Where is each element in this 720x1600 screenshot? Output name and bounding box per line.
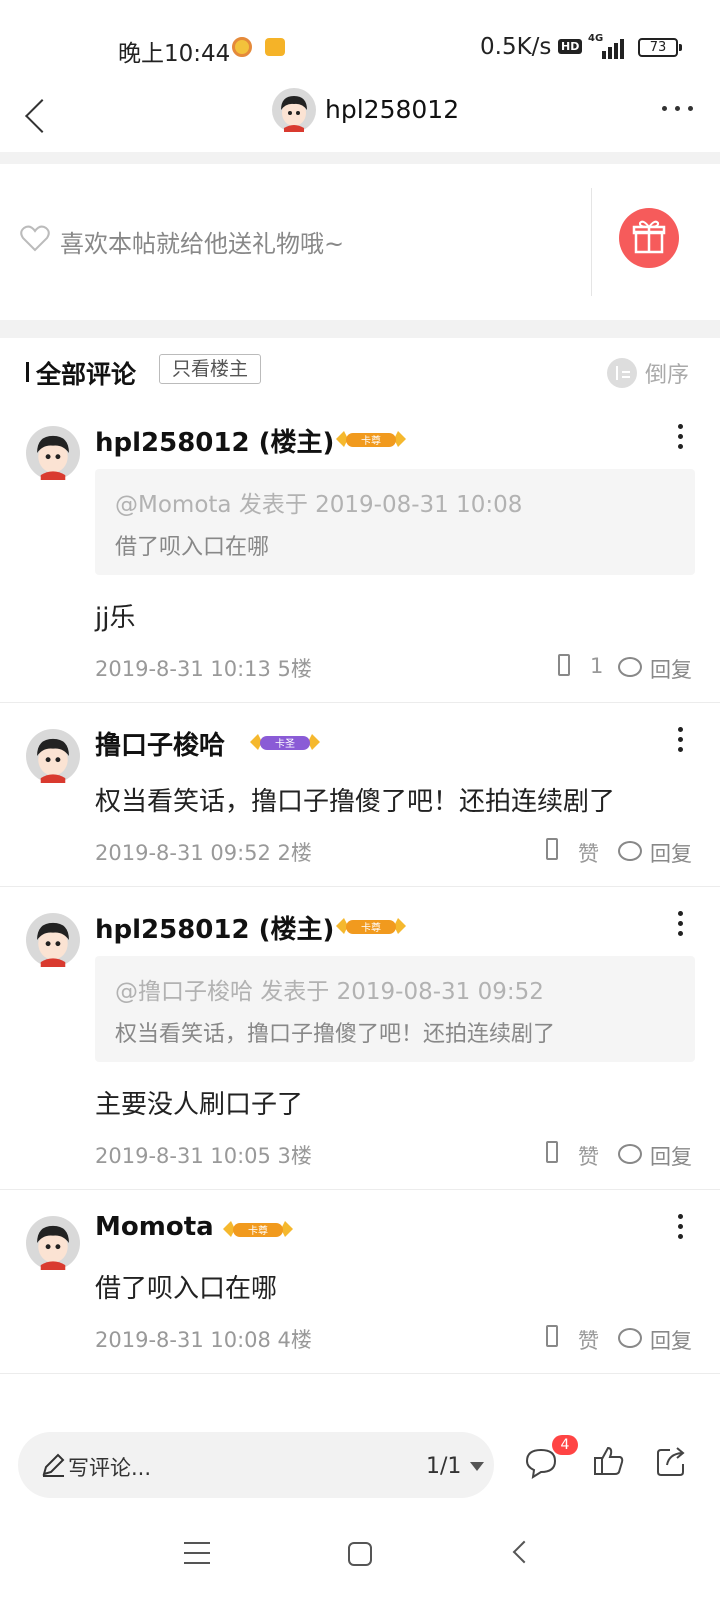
- signal-icon: 4G: [588, 33, 628, 59]
- level-badge: 卡尊: [223, 1221, 293, 1237]
- page-indicator[interactable]: 1/1: [426, 1454, 461, 1479]
- avatar[interactable]: [26, 913, 80, 967]
- network-speed: 0.5K/s: [480, 34, 552, 60]
- comment-body: 权当看笑话，撸口子撸傻了吧！还拍连续剧了: [95, 787, 616, 817]
- kebab-menu-icon[interactable]: [672, 422, 688, 452]
- avatar[interactable]: [26, 426, 80, 480]
- comment-meta: 2019-8-31 09:52 2楼: [95, 841, 312, 865]
- message-notification-icon: [265, 38, 285, 56]
- kebab-menu-icon[interactable]: [672, 725, 688, 755]
- reply-button[interactable]: 回复: [650, 654, 692, 684]
- more-icon[interactable]: [656, 98, 700, 118]
- gift-divider: [591, 188, 592, 296]
- sort-order-button[interactable]: 倒序: [645, 357, 689, 389]
- comment-author[interactable]: 撸口子梭哈: [95, 725, 225, 762]
- caret-down-icon[interactable]: [470, 1462, 484, 1471]
- comment-item: hpl258012 (楼主) 卡尊 @撸口子梭哈 发表于 2019-08-31 …: [0, 887, 720, 1190]
- comment-body: jj乐: [95, 603, 136, 633]
- avatar[interactable]: [26, 729, 80, 783]
- badge-label: 卡圣: [275, 737, 295, 750]
- hd-icon: HD: [558, 39, 583, 54]
- comment-icon[interactable]: [524, 1446, 558, 1480]
- system-nav-bar: [0, 1500, 720, 1600]
- badge-label: 卡尊: [361, 921, 381, 934]
- like-button[interactable]: 赞: [578, 1141, 599, 1171]
- level-badge: 卡圣: [250, 734, 320, 750]
- thumb-up-icon[interactable]: [592, 1444, 626, 1478]
- like-count[interactable]: 1: [590, 654, 603, 678]
- comment-meta: 2019-8-31 10:05 3楼: [95, 1144, 312, 1168]
- like-icon[interactable]: [546, 1325, 558, 1347]
- comment-item: Momota 卡尊 借了呗入口在哪 2019-8-31 10:08 4楼 赞 回…: [0, 1190, 720, 1374]
- signal-label: 4G: [588, 33, 604, 44]
- like-icon[interactable]: [546, 838, 558, 860]
- comment-item: hpl258012 (楼主) 卡尊 @Momota 发表于 2019-08-31…: [0, 400, 720, 703]
- quoted-comment[interactable]: @撸口子梭哈 发表于 2019-08-31 09:52 权当看笑话，撸口子撸傻了…: [95, 956, 695, 1062]
- header-title: hpl258012: [325, 95, 460, 124]
- like-icon[interactable]: [558, 654, 570, 676]
- quoted-comment[interactable]: @Momota 发表于 2019-08-31 10:08 借了呗入口在哪: [95, 469, 695, 575]
- section-divider: [0, 320, 720, 338]
- comment-input-pill[interactable]: 写评论... 1/1: [18, 1432, 494, 1498]
- title-marker: [26, 362, 29, 382]
- reply-button[interactable]: 回复: [650, 1141, 692, 1171]
- quote-text: 权当看笑话，撸口子撸傻了吧！还拍连续剧了: [115, 1022, 556, 1047]
- gift-icon: [632, 220, 666, 254]
- comment-item: 撸口子梭哈 卡圣 权当看笑话，撸口子撸傻了吧！还拍连续剧了 2019-8-31 …: [0, 703, 720, 887]
- quote-text: 借了呗入口在哪: [115, 535, 270, 560]
- level-badge: 卡尊: [336, 431, 406, 447]
- pencil-icon: [42, 1453, 65, 1477]
- back-icon[interactable]: [18, 92, 58, 138]
- reply-button[interactable]: 回复: [650, 838, 692, 868]
- reply-button[interactable]: 回复: [650, 1325, 692, 1355]
- avatar[interactable]: [26, 1216, 80, 1270]
- kebab-menu-icon[interactable]: [672, 909, 688, 939]
- reply-icon[interactable]: [618, 1144, 642, 1164]
- status-bar: 晚上10:44 0.5K/s HD 4G 73: [0, 0, 720, 80]
- sort-icon[interactable]: [607, 358, 637, 388]
- like-icon[interactable]: [546, 1141, 558, 1163]
- gift-prompt-text: 喜欢本帖就给他送礼物哦~: [60, 230, 345, 258]
- like-button[interactable]: 赞: [578, 1325, 599, 1355]
- comment-meta: 2019-8-31 10:13 5楼: [95, 657, 312, 681]
- system-back-icon[interactable]: [512, 1540, 536, 1564]
- only-author-filter-button[interactable]: 只看楼主: [159, 354, 262, 384]
- write-comment-placeholder[interactable]: 写评论...: [68, 1452, 151, 1482]
- reply-icon[interactable]: [618, 1328, 642, 1348]
- home-icon[interactable]: [348, 1542, 372, 1566]
- badge-label: 卡尊: [361, 434, 381, 447]
- like-button[interactable]: 赞: [578, 838, 599, 868]
- quote-header: @Momota 发表于 2019-08-31 10:08: [115, 492, 523, 518]
- comment-author[interactable]: Momota: [95, 1212, 214, 1242]
- reply-icon[interactable]: [618, 841, 642, 861]
- badge-label: 卡尊: [248, 1224, 268, 1237]
- comment-list: hpl258012 (楼主) 卡尊 @Momota 发表于 2019-08-31…: [0, 400, 720, 1374]
- gift-bar: 喜欢本帖就给他送礼物哦~: [0, 164, 720, 320]
- comment-meta: 2019-8-31 10:08 4楼: [95, 1328, 312, 1352]
- recent-apps-icon[interactable]: [184, 1542, 210, 1564]
- heart-icon[interactable]: [20, 224, 50, 252]
- level-badge: 卡尊: [336, 918, 406, 934]
- status-time: 晚上10:44: [118, 41, 231, 67]
- comment-body: 主要没人刷口子了: [95, 1090, 304, 1120]
- comment-count-badge: 4: [552, 1435, 578, 1455]
- section-divider: [0, 152, 720, 164]
- quote-header: @撸口子梭哈 发表于 2019-08-31 09:52: [115, 979, 544, 1005]
- battery-icon: 73: [638, 38, 682, 57]
- top-nav-bar: hpl258012: [0, 80, 720, 152]
- gift-button[interactable]: [619, 208, 679, 268]
- comment-author[interactable]: hpl258012 (楼主): [95, 422, 334, 459]
- comments-title: 全部评论: [36, 360, 137, 389]
- reply-icon[interactable]: [618, 657, 642, 677]
- share-icon[interactable]: [655, 1444, 689, 1478]
- kebab-menu-icon[interactable]: [672, 1212, 688, 1242]
- bottom-action-bar: 写评论... 1/1 4: [0, 1410, 720, 1500]
- comment-body: 借了呗入口在哪: [95, 1274, 278, 1304]
- comment-author[interactable]: hpl258012 (楼主): [95, 909, 334, 946]
- comments-header: 全部评论 只看楼主 倒序: [0, 338, 720, 400]
- app-notification-icon: [232, 37, 252, 57]
- author-avatar[interactable]: [272, 88, 316, 132]
